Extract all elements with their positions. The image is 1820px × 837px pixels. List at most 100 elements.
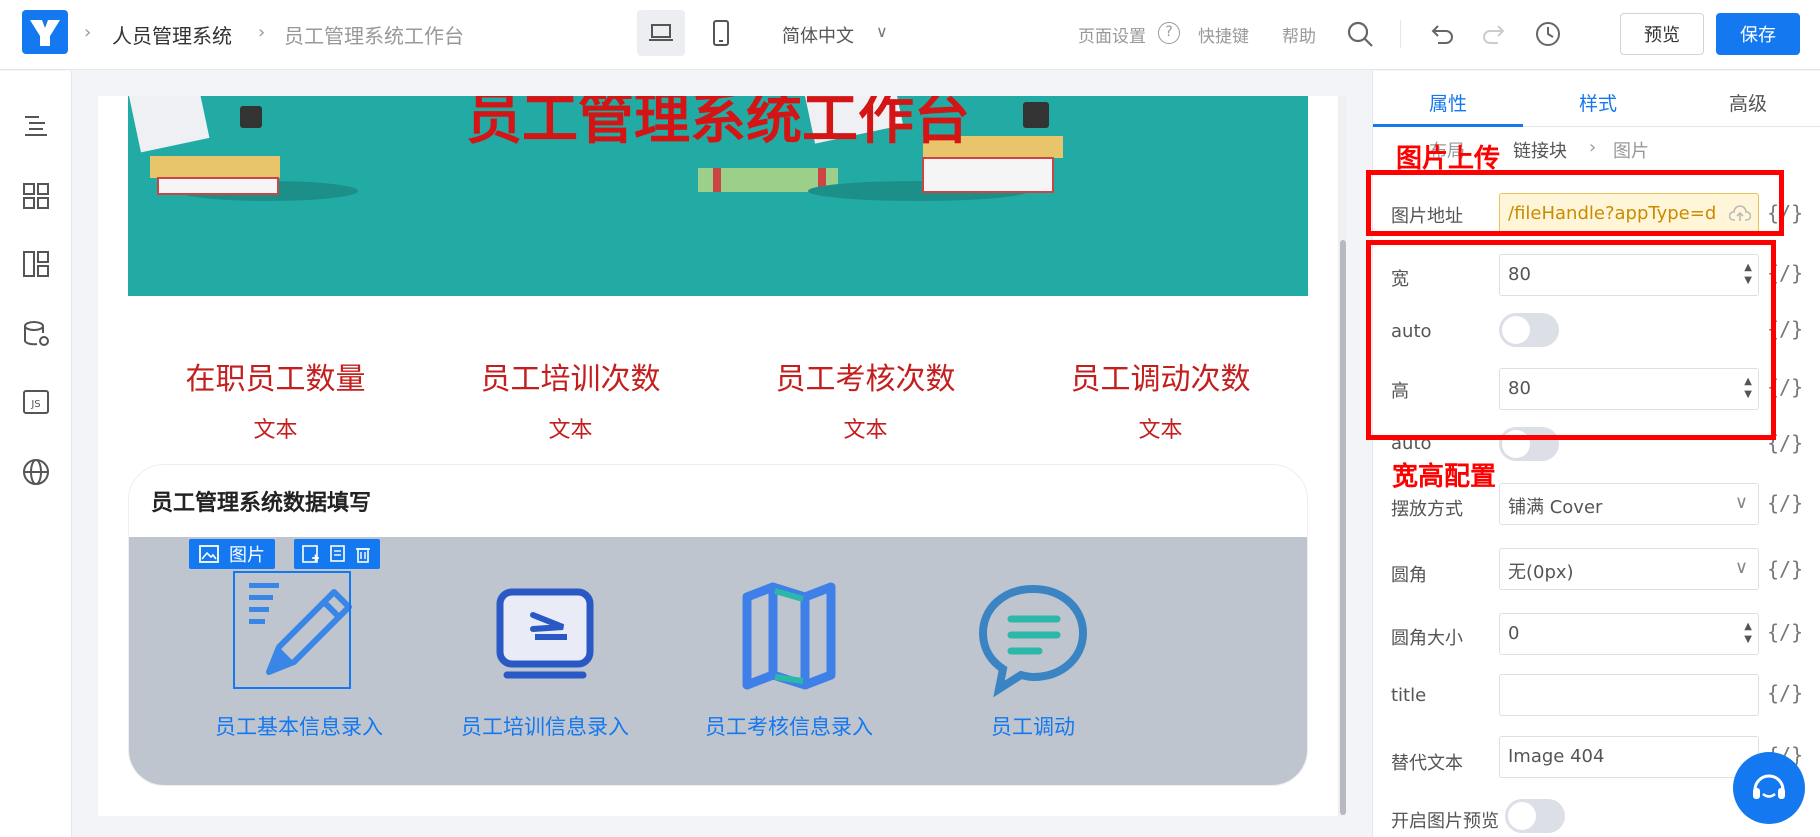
app-logo[interactable] (22, 10, 68, 54)
stat-training[interactable]: 员工培训次数 文本 (423, 354, 718, 444)
stat-value: 文本 (548, 418, 593, 443)
radius-size-input[interactable]: 0 ▲ ▼ (1499, 613, 1759, 655)
history-icon[interactable] (1534, 20, 1562, 48)
link-block-training[interactable]: 员工培训信息录入 (425, 577, 665, 741)
radius-label: 圆角 (1391, 565, 1427, 586)
save-button[interactable]: 保存 (1716, 13, 1800, 55)
monitor-arrow-icon (496, 588, 594, 679)
fit-value: 铺满 Cover (1508, 497, 1603, 518)
language-select[interactable]: 简体中文 (782, 22, 854, 48)
chevron-right-icon: › (258, 22, 266, 43)
alt-label: 替代文本 (1391, 753, 1463, 774)
design-canvas[interactable]: 员工管理系统工作台 在职员工数量 文本 员工培训次数 文本 员工考核次数 文本 … (98, 96, 1342, 816)
stat-value: 文本 (1138, 418, 1183, 443)
globe-icon[interactable] (21, 457, 51, 487)
customer-service-button[interactable] (1733, 752, 1805, 824)
active-tab-indicator (1373, 124, 1523, 127)
redo-icon[interactable] (1480, 20, 1508, 48)
stat-employees[interactable]: 在职员工数量 文本 (128, 354, 423, 444)
card-title: 员工管理系统数据填写 (151, 491, 372, 516)
component-actions (294, 539, 380, 569)
stepper-arrows-icon[interactable]: ▲ ▼ (1744, 620, 1752, 646)
stats-row: 在职员工数量 文本 员工培训次数 文本 员工考核次数 文本 员工调动次数 文本 (128, 354, 1308, 444)
page-settings-link[interactable]: 页面设置 (1078, 22, 1146, 47)
copy-icon[interactable] (324, 541, 350, 567)
stat-assessment[interactable]: 员工考核次数 文本 (718, 354, 1013, 444)
selected-component-tag[interactable]: 图片 (189, 539, 275, 569)
upload-annotation: 图片上传 (1396, 144, 1501, 174)
search-icon[interactable] (1346, 20, 1374, 48)
canvas-scrollbar-thumb[interactable] (1340, 240, 1346, 815)
stat-value: 文本 (253, 418, 298, 443)
stat-transfer[interactable]: 员工调动次数 文本 (1013, 354, 1308, 444)
radius-size-label: 圆角大小 (1391, 628, 1463, 649)
image-icon (199, 545, 219, 563)
banner-title: 员工管理系统工作台 (466, 96, 970, 152)
components-grid-icon[interactable] (21, 181, 51, 211)
fit-label: 摆放方式 (1391, 499, 1463, 520)
banner-image[interactable]: 员工管理系统工作台 (128, 96, 1308, 296)
radius-select[interactable]: 无(0px) ∨ (1499, 548, 1759, 590)
laptop-icon (649, 24, 673, 41)
variable-bind-icon[interactable]: {/} (1767, 681, 1803, 705)
image-preview-toggle[interactable] (1505, 799, 1565, 833)
preview-button[interactable]: 预览 (1620, 13, 1704, 55)
stat-label: 员工调动次数 (1070, 362, 1251, 397)
alt-text-input[interactable]: Image 404 (1499, 736, 1759, 778)
chevron-right-icon: › (1589, 137, 1597, 158)
stat-label: 员工培训次数 (480, 362, 661, 397)
delete-icon[interactable] (350, 541, 376, 567)
component-type-label: 图片 (229, 545, 265, 566)
tab-properties[interactable]: 属性 (1429, 89, 1467, 116)
outline-tree-icon[interactable] (21, 111, 51, 141)
link-label: 员工调动 (991, 715, 1075, 739)
tab-style[interactable]: 样式 (1579, 89, 1617, 116)
svg-text:JS: JS (30, 399, 40, 410)
variable-bind-icon[interactable]: {/} (1767, 491, 1803, 515)
divider (1400, 20, 1401, 48)
fit-select[interactable]: 铺满 Cover ∨ (1499, 483, 1759, 525)
js-code-icon[interactable]: JS (21, 387, 51, 417)
upload-highlight-box (1366, 170, 1784, 236)
size-annotation: 宽高配置 (1392, 462, 1497, 492)
size-highlight-box (1366, 240, 1776, 440)
radius-value: 无(0px) (1508, 562, 1574, 583)
link-block-assessment[interactable]: 员工考核信息录入 (669, 577, 909, 741)
undo-icon[interactable] (1428, 20, 1456, 48)
layout-icon[interactable] (21, 249, 51, 279)
variable-bind-icon[interactable]: {/} (1767, 620, 1803, 644)
stat-label: 员工考核次数 (775, 362, 956, 397)
panel-tabs: 属性 样式 高级 (1373, 71, 1820, 127)
stat-value: 文本 (843, 418, 888, 443)
data-entry-card: 员工管理系统数据填写 员工基本信息录入 员工培训信息录入 员工考核信息录入 员工… (128, 464, 1308, 786)
title-input[interactable] (1499, 674, 1759, 716)
top-bar: › 人员管理系统 › 员工管理系统工作台 简体中文 ∨ 页面设置 ? 快捷键 帮… (0, 0, 1820, 70)
data-source-icon[interactable] (21, 319, 51, 349)
mobile-view-button[interactable] (697, 10, 745, 56)
breadcrumb-app[interactable]: 人员管理系统 (112, 20, 232, 49)
chevron-down-icon: ∨ (1734, 492, 1748, 513)
link-label: 员工考核信息录入 (705, 715, 873, 739)
link-label: 员工基本信息录入 (215, 715, 383, 739)
mobile-icon (713, 20, 729, 46)
variable-bind-icon[interactable]: {/} (1767, 557, 1803, 581)
selected-image-outline (233, 571, 351, 689)
chevron-right-icon: › (84, 22, 92, 43)
chevron-down-icon[interactable]: ∨ (876, 22, 888, 41)
desktop-view-button[interactable] (637, 10, 685, 56)
image-preview-label: 开启图片预览 (1391, 811, 1499, 832)
help-link[interactable]: 帮助 (1282, 22, 1316, 47)
card-body: 员工基本信息录入 员工培训信息录入 员工考核信息录入 员工调动 图片 (129, 537, 1307, 785)
shortcuts-link[interactable]: 快捷键 (1198, 22, 1249, 47)
stat-label: 在职员工数量 (185, 362, 366, 397)
tab-advanced[interactable]: 高级 (1729, 89, 1767, 116)
map-icon (742, 582, 836, 690)
headset-icon (1753, 774, 1785, 799)
link-label: 员工培训信息录入 (461, 715, 629, 739)
breadcrumb-page[interactable]: 员工管理系统工作台 (284, 20, 464, 49)
chevron-down-icon: ∨ (1734, 557, 1748, 578)
add-icon[interactable] (298, 541, 324, 567)
help-circle-icon[interactable]: ? (1158, 22, 1180, 44)
link-block-transfer[interactable]: 员工调动 (913, 577, 1153, 741)
panel-crumb-linkblock[interactable]: 链接块 (1513, 137, 1567, 163)
